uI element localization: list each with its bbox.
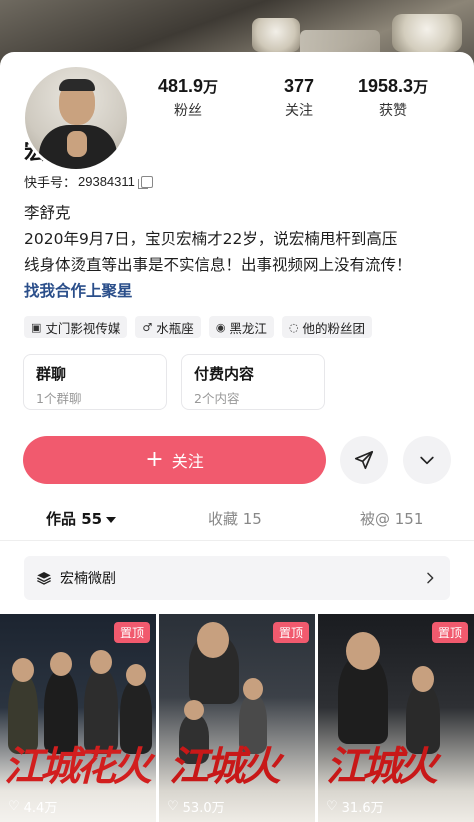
caret-down-icon (106, 516, 117, 523)
media-icon: ▣ (31, 320, 42, 334)
bio-line: 李舒克 (24, 204, 71, 222)
stat-value: 1958.3 (358, 76, 414, 96)
poster-figure (126, 664, 146, 686)
chevron-down-icon (420, 456, 434, 465)
poster-figure (184, 700, 204, 720)
kuaishou-id-label: 快手号： (24, 176, 77, 191)
divider (0, 540, 474, 541)
card-subtitle: 1个群聊 (36, 391, 82, 406)
poster-figure (50, 652, 72, 676)
tag-fan-group[interactable]: ◌ 他的粉丝团 (281, 316, 373, 338)
chevron-right-icon (427, 572, 434, 584)
group-chat-card[interactable]: 群聊 1个群聊 (23, 354, 167, 410)
fan-group-icon: ◌ (288, 320, 299, 334)
pinned-badge: 置顶 (272, 622, 309, 643)
cover-object (252, 18, 300, 52)
stat-fans[interactable]: 481.9万 粉丝 (158, 76, 218, 120)
poster-title: 江城花火 (4, 743, 152, 790)
follow-label: 关注 (171, 452, 204, 471)
stat-label: 粉丝 (174, 103, 203, 119)
avatar-figure (67, 131, 87, 157)
bio-line: 线身体烫直等出事是不实信息！出事视频网上没有流传！ (24, 256, 412, 274)
follow-button[interactable]: + 关注 (23, 436, 326, 484)
stat-label: 获赞 (379, 103, 408, 119)
layers-icon (37, 572, 51, 585)
paid-content-card[interactable]: 付费内容 2个内容 (181, 354, 325, 410)
stat-unit: 万 (413, 79, 429, 96)
profile-tags: ▣ 丈门影视传媒 ♂ 水瓶座 ◉ 黑龙江 ◌ 他的粉丝团 (24, 316, 373, 338)
pinned-badge: 置顶 (431, 622, 468, 643)
stat-label: 关注 (285, 103, 314, 119)
video-thumbnail[interactable]: 置顶 江城火 ♡ 53.0万 (159, 614, 315, 822)
pinned-badge: 置顶 (113, 622, 150, 643)
poster-title: 江城火 (169, 743, 281, 790)
card-title: 付费内容 (194, 365, 255, 383)
tag-label: 水瓶座 (156, 320, 194, 336)
tag-label: 丈门影视传媒 (45, 320, 121, 336)
send-icon (354, 450, 374, 470)
tab-mentions[interactable]: 被@ 151 (360, 508, 423, 529)
poster-title: 江城火 (326, 743, 438, 790)
share-button[interactable] (340, 436, 388, 484)
male-icon: ♂ (142, 320, 153, 334)
kuaishou-id-value: 29384311 (78, 174, 135, 189)
tag-company[interactable]: ▣ 丈门影视传媒 (24, 316, 128, 338)
like-count-value: 31.6万 (341, 801, 384, 816)
stat-following[interactable]: 377 关注 (284, 76, 314, 120)
tag-label: 黑龙江 (229, 320, 267, 336)
content-tabs: 作品 55 收藏 15 被@ 151 (0, 496, 474, 540)
avatar-figure (59, 79, 95, 91)
video-thumbnail[interactable]: 置顶 江城火 ♡ 31.6万 (318, 614, 474, 822)
tag-label: 他的粉丝团 (302, 320, 366, 336)
bio-line: 2020年9月7日，宝贝宏楠才22岁，说宏楠甩杆到高压 (24, 230, 398, 248)
poster-figure (346, 632, 380, 670)
heart-icon: ♡ (8, 799, 20, 814)
more-button[interactable] (403, 436, 451, 484)
copy-icon[interactable] (137, 175, 153, 189)
tag-location: ◉ 黑龙江 (208, 316, 274, 338)
collection-label: 宏楠微剧 (60, 571, 116, 587)
poster-figure (90, 650, 112, 674)
kuaishou-id-row: 快手号： 29384311 (24, 172, 153, 191)
cooperation-link[interactable]: 找我合作上聚星 (24, 278, 454, 304)
profile-bio: 李舒克 2020年9月7日，宝贝宏楠才22岁，说宏楠甩杆到高压 线身体烫直等出事… (24, 200, 454, 304)
heart-icon: ♡ (326, 799, 338, 814)
heart-icon: ♡ (167, 799, 179, 814)
stat-unit: 万 (203, 79, 219, 96)
profile-stats: 481.9万 粉丝 377 关注 1958.3万 获赞 (140, 76, 460, 136)
like-count: ♡ 31.6万 (326, 797, 384, 816)
cover-object (392, 14, 462, 52)
tab-favorites[interactable]: 收藏 15 (208, 508, 262, 529)
avatar[interactable] (22, 64, 130, 172)
tab-label: 收藏 15 (208, 510, 262, 528)
like-count-value: 53.0万 (182, 801, 225, 816)
poster-figure (197, 622, 229, 658)
poster-figure (412, 666, 434, 692)
tab-label: 作品 55 (46, 510, 103, 528)
stat-value: 377 (284, 76, 315, 96)
like-count: ♡ 4.4万 (8, 797, 57, 816)
location-icon: ◉ (215, 320, 226, 334)
poster-figure (243, 678, 263, 700)
card-subtitle: 2个内容 (194, 391, 240, 406)
video-grid: 置顶 江城花火 ♡ 4.4万 置顶 江城火 ♡ 53.0万 置顶 江城火 ♡ 3… (0, 614, 474, 822)
tab-works[interactable]: 作品 55 (46, 508, 117, 529)
tag-gender-zodiac: ♂ 水瓶座 (135, 316, 201, 338)
tab-label: 被@ 151 (360, 510, 424, 528)
poster-figure (12, 658, 34, 682)
video-thumbnail[interactable]: 置顶 江城花火 ♡ 4.4万 (0, 614, 156, 822)
profile-card: 481.9万 粉丝 377 关注 1958.3万 获赞 宏楠 快手号： 2938… (0, 52, 474, 822)
like-count-value: 4.4万 (23, 801, 58, 816)
stat-value: 481.9 (158, 76, 204, 96)
plus-icon: + (145, 447, 164, 472)
stat-likes[interactable]: 1958.3万 获赞 (358, 76, 428, 120)
collection-row[interactable]: 宏楠微剧 (24, 556, 450, 600)
card-title: 群聊 (36, 365, 67, 383)
like-count: ♡ 53.0万 (167, 797, 225, 816)
